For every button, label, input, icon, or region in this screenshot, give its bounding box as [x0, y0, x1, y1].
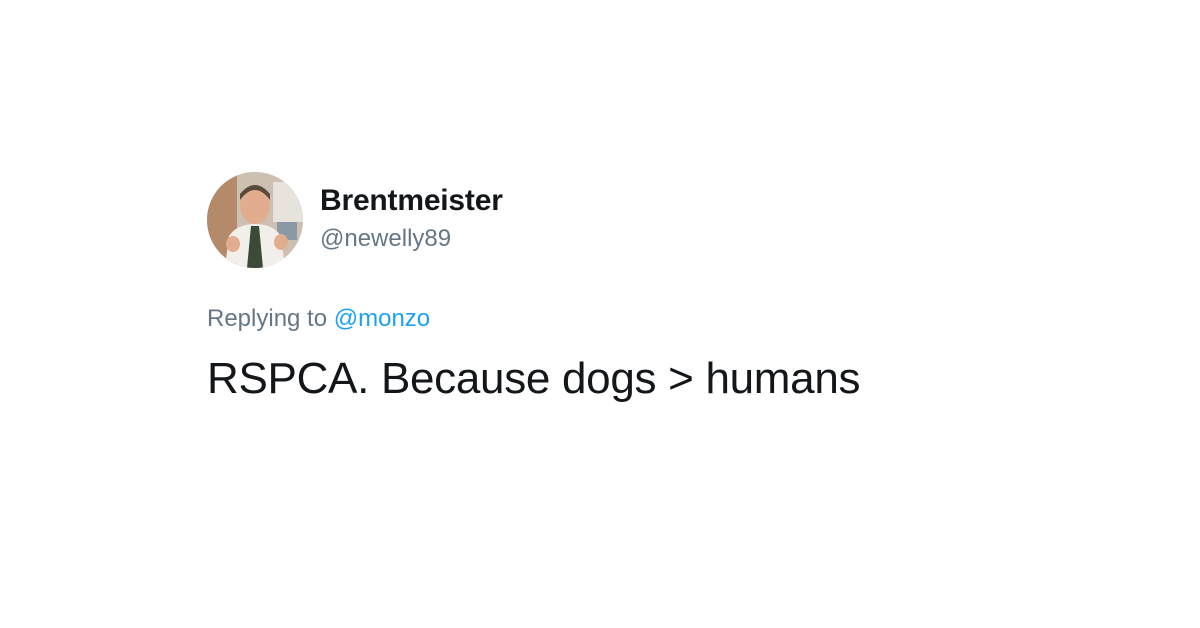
user-avatar-icon: [207, 172, 303, 268]
avatar[interactable]: [207, 172, 303, 268]
replying-to-line: Replying to @monzo: [207, 304, 1107, 334]
user-handle[interactable]: @newelly89: [320, 224, 503, 254]
author-names: Brentmeister @newelly89: [320, 183, 503, 254]
display-name[interactable]: Brentmeister: [320, 183, 503, 219]
replying-to-label: Replying to: [207, 305, 334, 332]
reply-mention-link[interactable]: @monzo: [334, 305, 430, 332]
tweet-header: Brentmeister @newelly89: [207, 172, 1107, 268]
tweet-text: RSPCA. Because dogs > humans: [207, 354, 861, 403]
tweet-card: Brentmeister @newelly89 Replying to @mon…: [207, 172, 1107, 406]
